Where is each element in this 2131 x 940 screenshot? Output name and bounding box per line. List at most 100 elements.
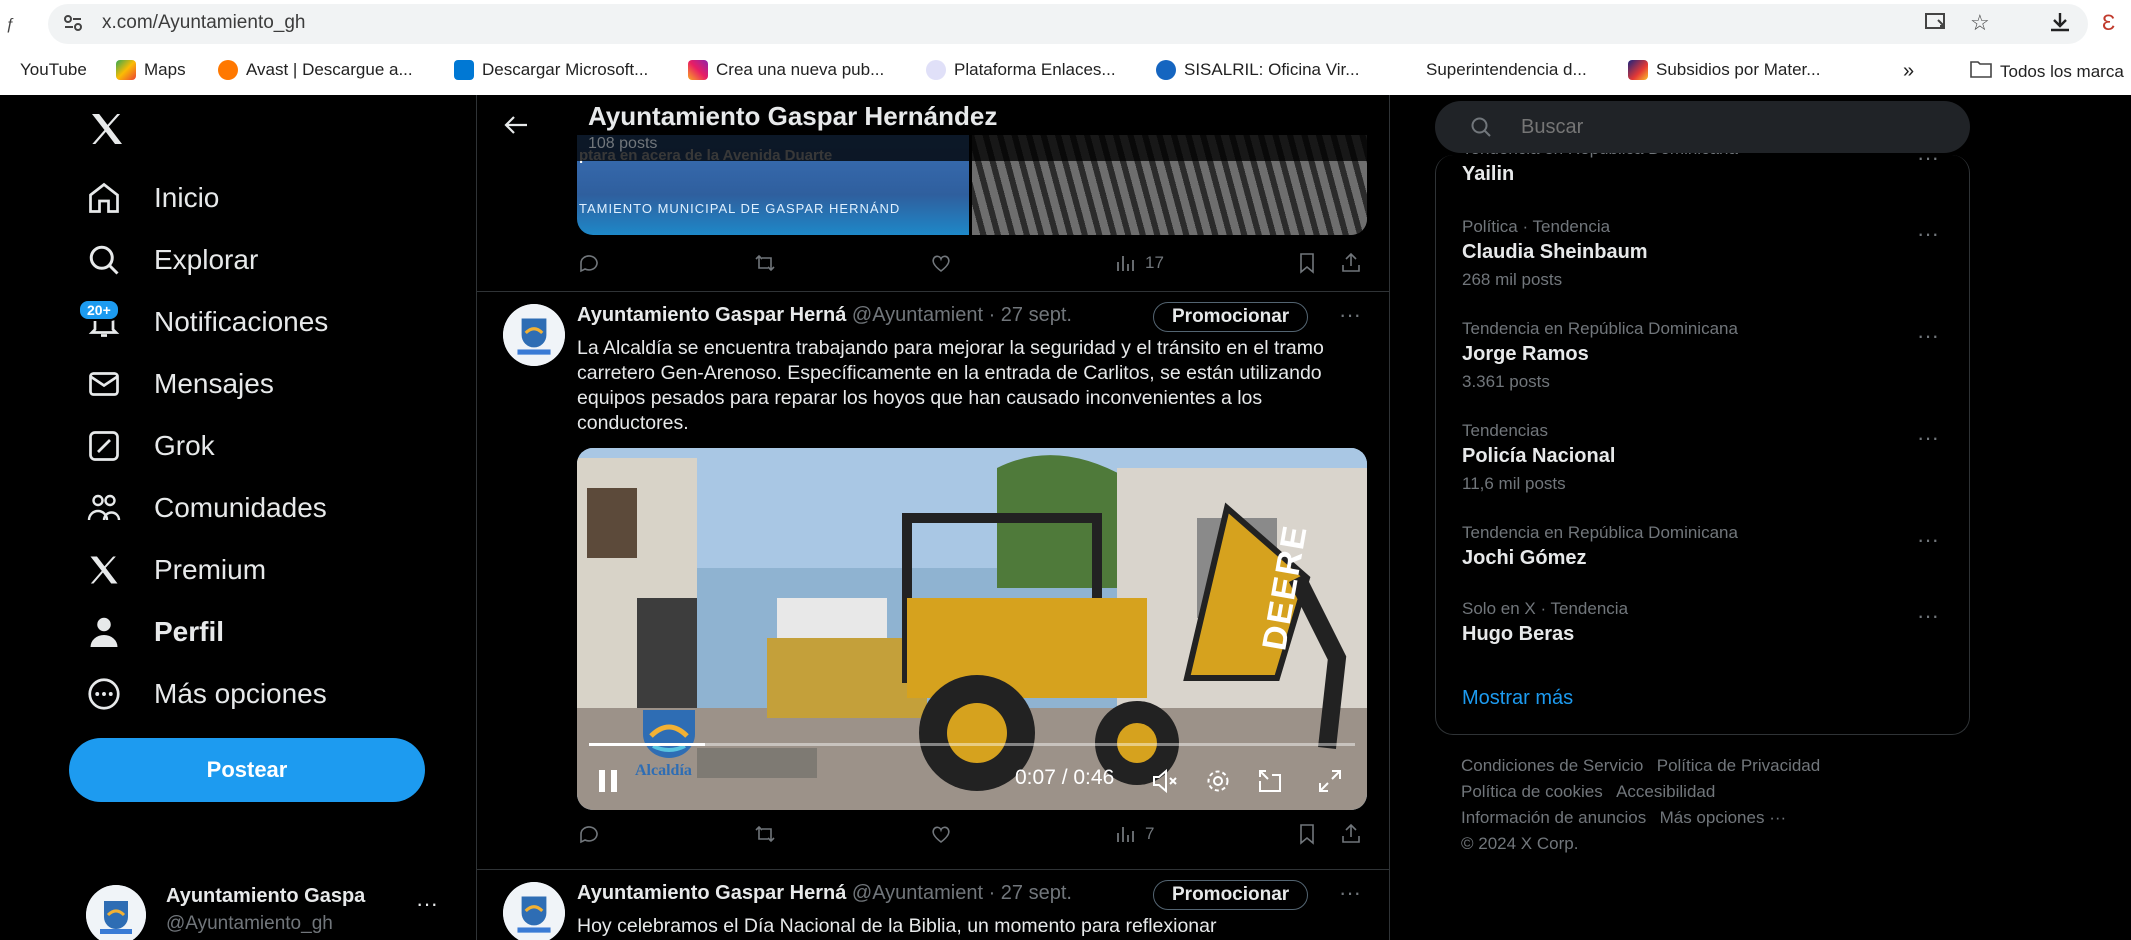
trend-item[interactable]: Tendencias Policía Nacional 11,6 mil pos… <box>1462 421 1615 494</box>
reply-icon[interactable] <box>577 822 601 846</box>
trend-more-button[interactable]: ··· <box>1917 425 1939 451</box>
tweet-more-button[interactable]: ··· <box>1339 302 1361 328</box>
x-premium-icon <box>90 556 118 584</box>
tweet-avatar[interactable] <box>503 882 565 940</box>
retweet-icon[interactable] <box>753 822 777 846</box>
tweet-date[interactable]: · 27 sept. <box>989 882 1072 904</box>
bookmark-superintendencia[interactable]: Superintendencia d... <box>1426 60 1587 80</box>
account-switcher[interactable]: Ayuntamiento Gaspa @Ayuntamiento_gh ··· <box>86 885 446 940</box>
star-icon[interactable]: ☆ <box>1970 10 1990 36</box>
video-progress-track[interactable] <box>589 743 1355 746</box>
alcaldia-logo: Alcaldía <box>633 706 705 779</box>
bookmark-avast[interactable]: Avast | Descargue a... <box>218 60 413 80</box>
footer-link-privacy[interactable]: Política de Privacidad <box>1657 756 1820 775</box>
trend-item[interactable]: Solo en X · Tendencia Hugo Beras <box>1462 599 1628 646</box>
settings-gear-icon[interactable] <box>1205 768 1231 799</box>
promote-button[interactable]: Promocionar <box>1153 880 1309 910</box>
sidebar-item-inicio[interactable]: Inicio <box>86 175 219 221</box>
sidebar-item-perfil[interactable]: Perfil <box>86 609 224 655</box>
avast-icon <box>218 60 238 80</box>
sidebar-item-premium[interactable]: Premium <box>86 547 266 593</box>
sidebar-item-explorar[interactable]: Explorar <box>86 237 258 283</box>
tweet-author-name[interactable]: Ayuntamiento Gaspar Herná <box>577 304 846 326</box>
footer-link-accessibility[interactable]: Accesibilidad <box>1616 782 1715 801</box>
bookmark-youtube[interactable]: YouTube <box>20 60 87 80</box>
extension-icon[interactable]: Ɛ <box>2102 10 2115 36</box>
like-icon[interactable] <box>929 251 953 275</box>
views-count: 17 <box>1145 253 1164 272</box>
footer-link-ads-info[interactable]: Información de anuncios <box>1461 808 1646 827</box>
search-icon <box>1471 117 1491 137</box>
retweet-icon[interactable] <box>753 251 777 275</box>
mute-icon[interactable] <box>1151 768 1179 799</box>
bookmark-plataforma[interactable]: Plataforma Enlaces... <box>926 60 1116 80</box>
tweet-video[interactable]: DEERE Alcaldía 0:07 / 0:46 <box>577 448 1367 810</box>
sidebar-item-label: Explorar <box>154 244 259 275</box>
promote-button[interactable]: Promocionar <box>1153 302 1309 332</box>
trend-context: Tendencia en República Dominicana <box>1462 319 1738 338</box>
like-icon[interactable] <box>929 822 953 846</box>
bookmark-microsoft[interactable]: Descargar Microsoft... <box>454 60 648 80</box>
trend-item[interactable]: Tendencia en República Dominicana Jochi … <box>1462 523 1738 570</box>
trend-more-button[interactable]: ··· <box>1917 323 1939 349</box>
sidebar-item-comunidades[interactable]: Comunidades <box>86 485 327 531</box>
footer-link-more[interactable]: Más opciones ··· <box>1660 808 1787 827</box>
views-icon <box>1117 256 1134 271</box>
reply-icon[interactable] <box>577 251 601 275</box>
footer-link-cookies[interactable]: Política de cookies <box>1461 782 1603 801</box>
views-stat[interactable]: 7 <box>1113 822 1154 846</box>
sidebar-item-grok[interactable]: Grok <box>86 423 215 469</box>
trend-item[interactable]: Tendencia en República Dominicana Jorge … <box>1462 319 1738 392</box>
site-info-icon[interactable] <box>62 12 84 40</box>
bookmark-instagram[interactable]: Crea una nueva pub... <box>688 60 884 80</box>
back-fragment-icon[interactable]: ƒ <box>6 12 15 38</box>
all-bookmarks-folder[interactable]: Todos los marca <box>1970 60 2124 83</box>
tweet-more-button[interactable]: ··· <box>1339 880 1361 906</box>
more-circle-icon <box>88 678 120 710</box>
tweet-date[interactable]: · 27 sept. <box>989 304 1072 326</box>
tweet[interactable]: Ayuntamiento Gaspar Herná @Ayuntamient ·… <box>477 870 1389 940</box>
bookmark-subsidios[interactable]: Subsidios por Mater... <box>1628 60 1820 80</box>
all-bookmarks-label: Todos los marca <box>2000 61 2124 81</box>
views-stat[interactable]: 17 <box>1113 251 1164 275</box>
omnibox[interactable] <box>48 4 2088 44</box>
picture-in-picture-icon[interactable] <box>1257 768 1283 799</box>
fullscreen-icon[interactable] <box>1317 768 1343 799</box>
download-icon[interactable] <box>2048 10 2072 40</box>
bookmark-icon[interactable] <box>1295 822 1319 846</box>
tweet[interactable]: Ayuntamiento Gaspar Herná @Ayuntamient ·… <box>477 292 1389 845</box>
tweet-author-handle[interactable]: @Ayuntamient <box>852 882 983 904</box>
tweet-avatar[interactable] <box>503 304 565 366</box>
install-app-icon[interactable] <box>1924 10 1948 40</box>
sidebar-item-mas-opciones[interactable]: Más opciones <box>86 671 327 717</box>
tweet-author-name[interactable]: Ayuntamiento Gaspar Herná <box>577 882 846 904</box>
prev-tweet-actions: 17 <box>577 245 1360 281</box>
tweet-author-handle[interactable]: @Ayuntamient <box>852 304 983 326</box>
trend-more-button[interactable]: ··· <box>1917 527 1939 553</box>
url-text[interactable]: x.com/Ayuntamiento_gh <box>102 12 306 34</box>
bookmark-sisalril[interactable]: SISALRIL: Oficina Vir... <box>1156 60 1359 80</box>
more-bookmarks-button[interactable]: » <box>1903 60 1914 83</box>
share-icon[interactable] <box>1339 251 1363 275</box>
bookmark-icon[interactable] <box>1295 251 1319 275</box>
sidebar-item-mensajes[interactable]: Mensajes <box>86 361 274 407</box>
search-box[interactable] <box>1435 101 1970 153</box>
trend-more-button[interactable]: ··· <box>1917 603 1939 629</box>
pause-button[interactable] <box>599 770 619 792</box>
search-input[interactable] <box>1521 113 1941 141</box>
sidebar-item-label: Más opciones <box>154 678 327 709</box>
footer-link-terms[interactable]: Condiciones de Servicio <box>1461 756 1643 775</box>
trend-count: 268 mil posts <box>1462 270 1563 289</box>
trend-item[interactable]: Política · Tendencia Claudia Sheinbaum 2… <box>1462 217 1648 290</box>
footer: Condiciones de Servicio Política de Priv… <box>1461 753 1961 857</box>
show-more-link[interactable]: Mostrar más <box>1462 687 1573 710</box>
sidebar-item-notificaciones[interactable]: Notificaciones <box>86 299 328 345</box>
account-more-button[interactable]: ··· <box>416 891 438 917</box>
share-icon[interactable] <box>1339 822 1363 846</box>
back-arrow-icon[interactable] <box>503 113 529 142</box>
post-button[interactable]: Postear <box>69 738 425 802</box>
trend-count: 11,6 mil posts <box>1462 474 1566 493</box>
x-logo-icon[interactable] <box>86 109 128 154</box>
bookmark-maps[interactable]: Maps <box>116 60 186 80</box>
trend-more-button[interactable]: ··· <box>1917 221 1939 247</box>
